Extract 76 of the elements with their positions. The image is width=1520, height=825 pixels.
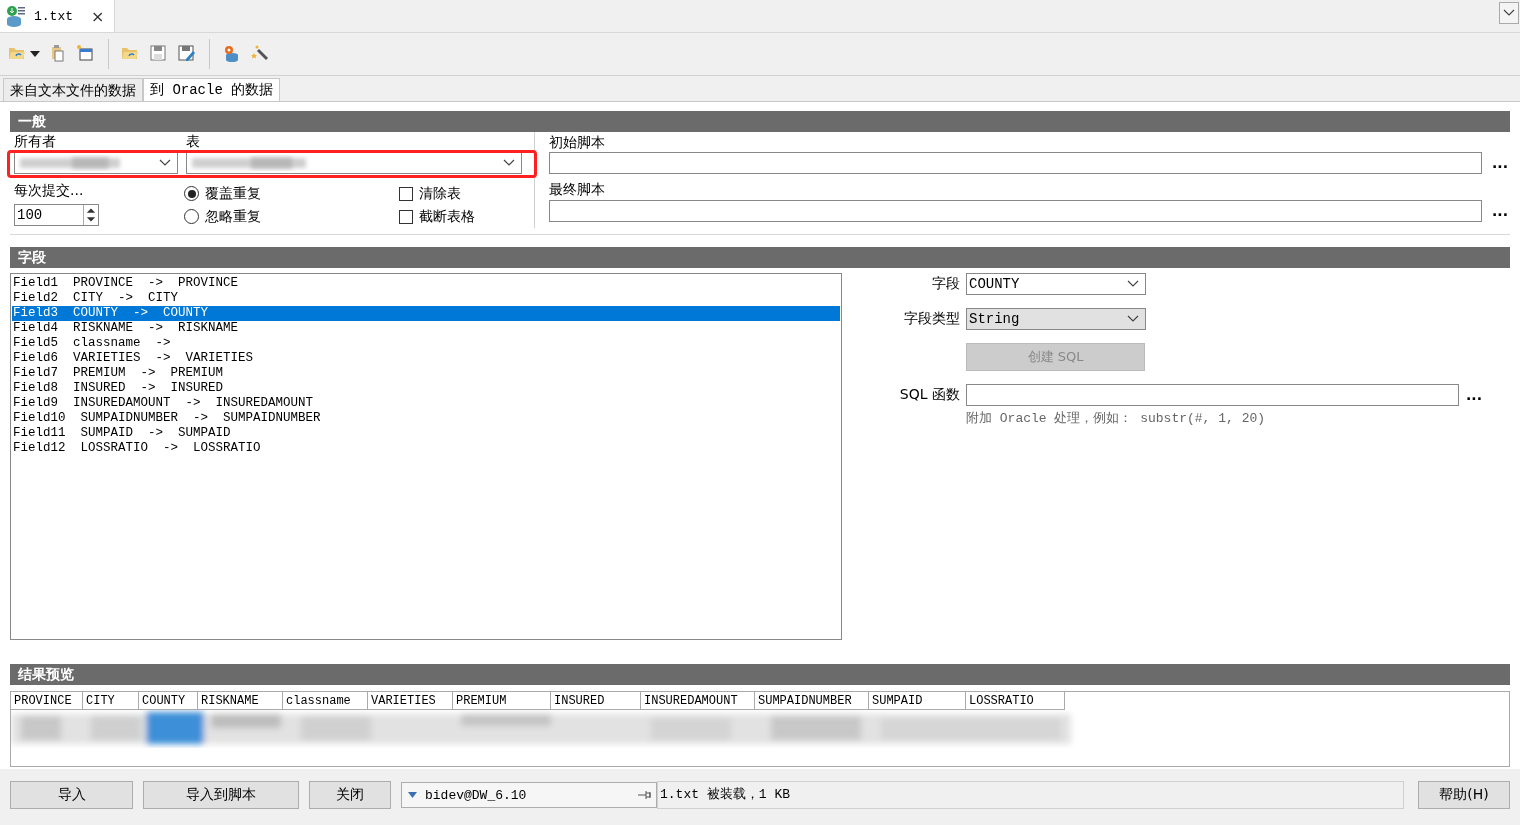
checkbox[interactable] [399, 209, 413, 224]
commit-spinner[interactable]: 100 [14, 204, 99, 226]
owner-label: 所有者 [14, 132, 57, 150]
column-header[interactable]: COUNTY [139, 692, 198, 710]
status-text: 1.txt 被装载，1 KB [657, 781, 1404, 809]
tab-menu-button[interactable] [1499, 2, 1519, 24]
field-mapping-item[interactable]: Field8 INSURED -> INSURED [12, 381, 840, 396]
dropdown-arrow-icon [408, 792, 417, 798]
save-icon[interactable] [149, 44, 169, 64]
field-type-label: 字段类型 [903, 310, 961, 328]
commit-label: 每次提交... [14, 182, 85, 200]
section-header: 字段 [10, 247, 1510, 268]
action-button[interactable]: 关闭 [309, 781, 391, 809]
field-mapping-item[interactable]: Field6 VARIETIES -> VARIETIES [12, 351, 840, 366]
close-button[interactable]: × [91, 6, 105, 26]
column-header[interactable]: RISKNAME [198, 692, 283, 710]
column-header[interactable]: SUMPAID [869, 692, 966, 710]
database-icon [6, 5, 26, 27]
field-dropdown[interactable]: COUNTY [966, 273, 1146, 295]
save-edit-icon[interactable] [177, 44, 197, 64]
owner-dropdown[interactable] [14, 152, 178, 174]
field-mapping-item[interactable]: Field10 SUMPAIDNUMBER -> SUMPAIDNUMBER [12, 411, 840, 426]
field-mapping-item[interactable]: Field4 RISKNAME -> RISKNAME [12, 321, 840, 336]
browse-button[interactable]: ... [1466, 387, 1484, 403]
column-header[interactable]: VARIETIES [368, 692, 453, 710]
field-mapping-item[interactable]: Field2 CITY -> CITY [12, 291, 840, 306]
help-button[interactable]: 帮助(H) [1418, 781, 1510, 809]
chevron-down-icon [159, 159, 171, 167]
column-header[interactable]: PROVINCE [11, 692, 83, 710]
column-header[interactable]: INSURED [551, 692, 641, 710]
field-mapping-item[interactable]: Field1 PROVINCE -> PROVINCE [12, 276, 840, 291]
field-mapping-item[interactable]: Field5 classname -> [12, 336, 840, 351]
section-header: 一般 [10, 111, 1510, 132]
column-header[interactable]: CITY [83, 692, 139, 710]
sql-function-label: SQL 函数 [898, 386, 961, 404]
page-tab[interactable]: 来自文本文件的数据 [3, 78, 143, 101]
final-script-label: 最终脚本 [549, 180, 606, 199]
pin-icon[interactable] [638, 790, 652, 800]
checkbox-label: 清除表 [419, 184, 461, 203]
new-window-icon[interactable] [76, 44, 96, 64]
field-mapping-item[interactable]: Field11 SUMPAID -> SUMPAID [12, 426, 840, 441]
document-tab[interactable]: 1.txt × [0, 0, 116, 32]
hint-text: 附加 Oracle 处理，例如： substr(#, 1, 20) [966, 410, 1267, 427]
browse-button[interactable]: ... [1492, 203, 1510, 219]
action-button[interactable]: 导入 [10, 781, 133, 809]
column-header[interactable]: PREMIUM [453, 692, 551, 710]
page-tab[interactable]: 到 Oracle 的数据 [143, 78, 281, 101]
field-type-dropdown[interactable]: String [966, 308, 1146, 330]
field-mapping-item[interactable]: Field3 COUNTY -> COUNTY [12, 306, 840, 321]
table-dropdown[interactable] [186, 152, 522, 174]
section-header: 结果预览 [10, 664, 1510, 685]
action-button[interactable]: 导入到脚本 [143, 781, 299, 809]
initial-script-label: 初始脚本 [549, 133, 606, 152]
field-label: 字段 [931, 275, 961, 293]
checkbox[interactable] [399, 186, 413, 201]
dropdown-arrow-icon[interactable] [30, 51, 40, 57]
chevron-down-icon [1127, 315, 1139, 323]
browse-button[interactable]: ... [1492, 155, 1510, 171]
sql-function-field[interactable] [966, 384, 1459, 406]
connection-dropdown[interactable]: bidev@DW_6.10 [401, 782, 657, 808]
radio-label: 覆盖重复 [205, 184, 261, 203]
field-mapping-item[interactable]: Field12 LOSSRATIO -> LOSSRATIO [12, 441, 840, 456]
table-label: 表 [186, 132, 200, 150]
initial-script-field[interactable] [549, 152, 1482, 174]
column-header[interactable]: INSUREDAMOUNT [641, 692, 755, 710]
checkbox-label: 截断表格 [419, 207, 475, 226]
chevron-down-icon [1127, 280, 1139, 288]
chevron-down-icon [503, 159, 515, 167]
column-header[interactable]: LOSSRATIO [966, 692, 1065, 710]
radio-label: 忽略重复 [205, 207, 261, 226]
column-header[interactable]: classname [283, 692, 368, 710]
field-mapping-item[interactable]: Field9 INSUREDAMOUNT -> INSUREDAMOUNT [12, 396, 840, 411]
column-header[interactable]: SUMPAIDNUMBER [755, 692, 869, 710]
chevron-down-icon [1503, 9, 1515, 17]
final-script-field[interactable] [549, 200, 1482, 222]
field-mapping-item[interactable]: Field7 PREMIUM -> PREMIUM [12, 366, 840, 381]
